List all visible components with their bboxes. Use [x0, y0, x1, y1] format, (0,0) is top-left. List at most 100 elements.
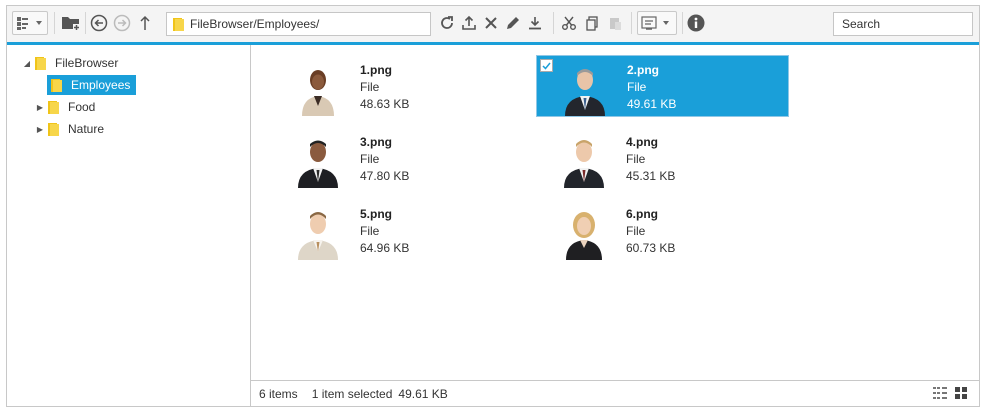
file-info: 6.png File 60.73 KB — [626, 206, 675, 257]
file-size: 49.61 KB — [627, 97, 677, 111]
refresh-button[interactable] — [437, 11, 457, 35]
tree-node-label: FileBrowser — [55, 56, 119, 70]
new-folder-button[interactable] — [59, 11, 83, 35]
expand-arrow-icon[interactable]: ▶ — [35, 124, 45, 134]
folder-icon — [51, 78, 62, 92]
list-view-icon[interactable] — [933, 387, 947, 399]
grid-view-icon[interactable] — [955, 387, 967, 399]
scissors-icon — [562, 16, 576, 30]
refresh-icon — [441, 16, 453, 29]
selection-size: 49.61 KB — [398, 386, 448, 401]
toolbar-separator — [54, 12, 55, 34]
folder-icon — [35, 56, 46, 70]
file-info: 5.png File 64.96 KB — [360, 206, 409, 257]
file-browser-window: FileBrowser/Employees/ Search ◢ FileBrow… — [6, 5, 980, 407]
file-name: 3.png — [360, 135, 392, 149]
address-path: FileBrowser/Employees/ — [190, 17, 320, 31]
person-thumbnail — [298, 212, 338, 260]
close-icon — [485, 17, 497, 29]
delete-button[interactable] — [481, 11, 501, 35]
item-count: 6 items — [259, 386, 298, 401]
search-input[interactable] — [833, 12, 973, 36]
selection-count: 1 item selected — [311, 386, 393, 401]
forward-button[interactable] — [111, 11, 133, 35]
file-item[interactable]: 2.png File 49.61 KB — [536, 55, 789, 117]
copy-button[interactable] — [582, 11, 602, 35]
file-name: 1.png — [360, 63, 392, 77]
checkmark-icon — [542, 62, 551, 70]
view-switcher — [933, 387, 967, 399]
up-arrow-icon — [140, 15, 150, 30]
tree-node-employees[interactable]: Employees — [47, 75, 137, 95]
tree-node-nature[interactable]: ▶ Nature — [35, 119, 107, 139]
rename-button[interactable] — [503, 11, 523, 35]
navigation-tree: ◢ FileBrowser Employees ▶ Food ▶ Nature — [7, 45, 251, 406]
expand-arrow-icon[interactable]: ▶ — [35, 102, 45, 112]
file-type: File — [360, 152, 380, 166]
file-size: 48.63 KB — [360, 97, 410, 111]
file-item[interactable]: 5.png File 64.96 KB — [270, 200, 523, 262]
file-name: 4.png — [626, 135, 658, 149]
upload-button[interactable] — [459, 11, 479, 35]
file-name: 2.png — [627, 63, 659, 77]
view-options-dropdown[interactable] — [12, 11, 48, 35]
tree-node-label: Employees — [71, 78, 131, 92]
file-type: File — [626, 152, 646, 166]
file-item[interactable]: 6.png File 60.73 KB — [536, 200, 789, 262]
pencil-icon — [507, 17, 519, 29]
file-type: File — [627, 80, 647, 94]
file-name: 6.png — [626, 207, 658, 221]
tree-node-root[interactable]: ◢ FileBrowser — [22, 53, 121, 73]
toolbar-separator — [85, 12, 86, 34]
sort-icon — [641, 16, 669, 30]
tree-node-label: Nature — [68, 122, 105, 136]
copy-icon — [586, 16, 598, 31]
selection-checkbox[interactable] — [540, 59, 553, 72]
person-thumbnail — [302, 70, 334, 116]
folder-icon — [173, 17, 184, 31]
collapse-arrow-icon[interactable]: ◢ — [22, 58, 32, 68]
download-icon — [529, 17, 541, 30]
person-thumbnail — [565, 69, 605, 116]
upload-icon — [462, 15, 476, 30]
toolbar-separator — [553, 12, 554, 34]
file-info: 3.png File 47.80 KB — [360, 134, 409, 185]
toolbar-separator — [631, 12, 632, 34]
person-thumbnail — [566, 212, 602, 260]
info-icon — [687, 14, 705, 32]
address-bar[interactable]: FileBrowser/Employees/ — [166, 12, 431, 36]
person-thumbnail — [298, 140, 338, 188]
back-arrow-icon — [90, 14, 108, 32]
file-item[interactable]: 3.png File 47.80 KB — [270, 128, 523, 190]
file-type: File — [626, 224, 646, 238]
toolbar: FileBrowser/Employees/ — [7, 6, 979, 45]
status-bar: 6 items 1 item selected 49.61 KB — [250, 380, 979, 406]
file-item[interactable]: 1.png File 48.63 KB — [270, 56, 523, 118]
cut-button[interactable] — [559, 11, 579, 35]
file-size: 45.31 KB — [626, 169, 676, 183]
file-name: 5.png — [360, 207, 392, 221]
sort-dropdown[interactable] — [637, 11, 677, 35]
tree-node-food[interactable]: ▶ Food — [35, 97, 98, 117]
file-type: File — [360, 80, 380, 94]
file-info: 4.png File 45.31 KB — [626, 134, 675, 185]
up-button[interactable] — [135, 11, 155, 35]
file-size: 64.96 KB — [360, 241, 410, 255]
file-item[interactable]: 4.png File 45.31 KB — [536, 128, 789, 190]
file-type: File — [360, 224, 380, 238]
folder-icon — [48, 122, 59, 136]
list-view-icon — [17, 17, 42, 30]
file-info: 1.png File 48.63 KB — [360, 62, 409, 113]
paste-button[interactable] — [605, 11, 625, 35]
paste-icon — [610, 18, 621, 30]
file-size: 60.73 KB — [626, 241, 676, 255]
tree-node-label: Food — [68, 100, 96, 114]
details-button[interactable] — [685, 11, 707, 35]
file-info: 2.png File 49.61 KB — [627, 62, 676, 113]
back-button[interactable] — [88, 11, 110, 35]
file-list: 1.png File 48.63 KB 2.png File 49.61 KB … — [250, 45, 979, 381]
toolbar-separator — [682, 12, 683, 34]
file-size: 47.80 KB — [360, 169, 410, 183]
new-folder-icon — [62, 17, 80, 31]
download-button[interactable] — [525, 11, 545, 35]
